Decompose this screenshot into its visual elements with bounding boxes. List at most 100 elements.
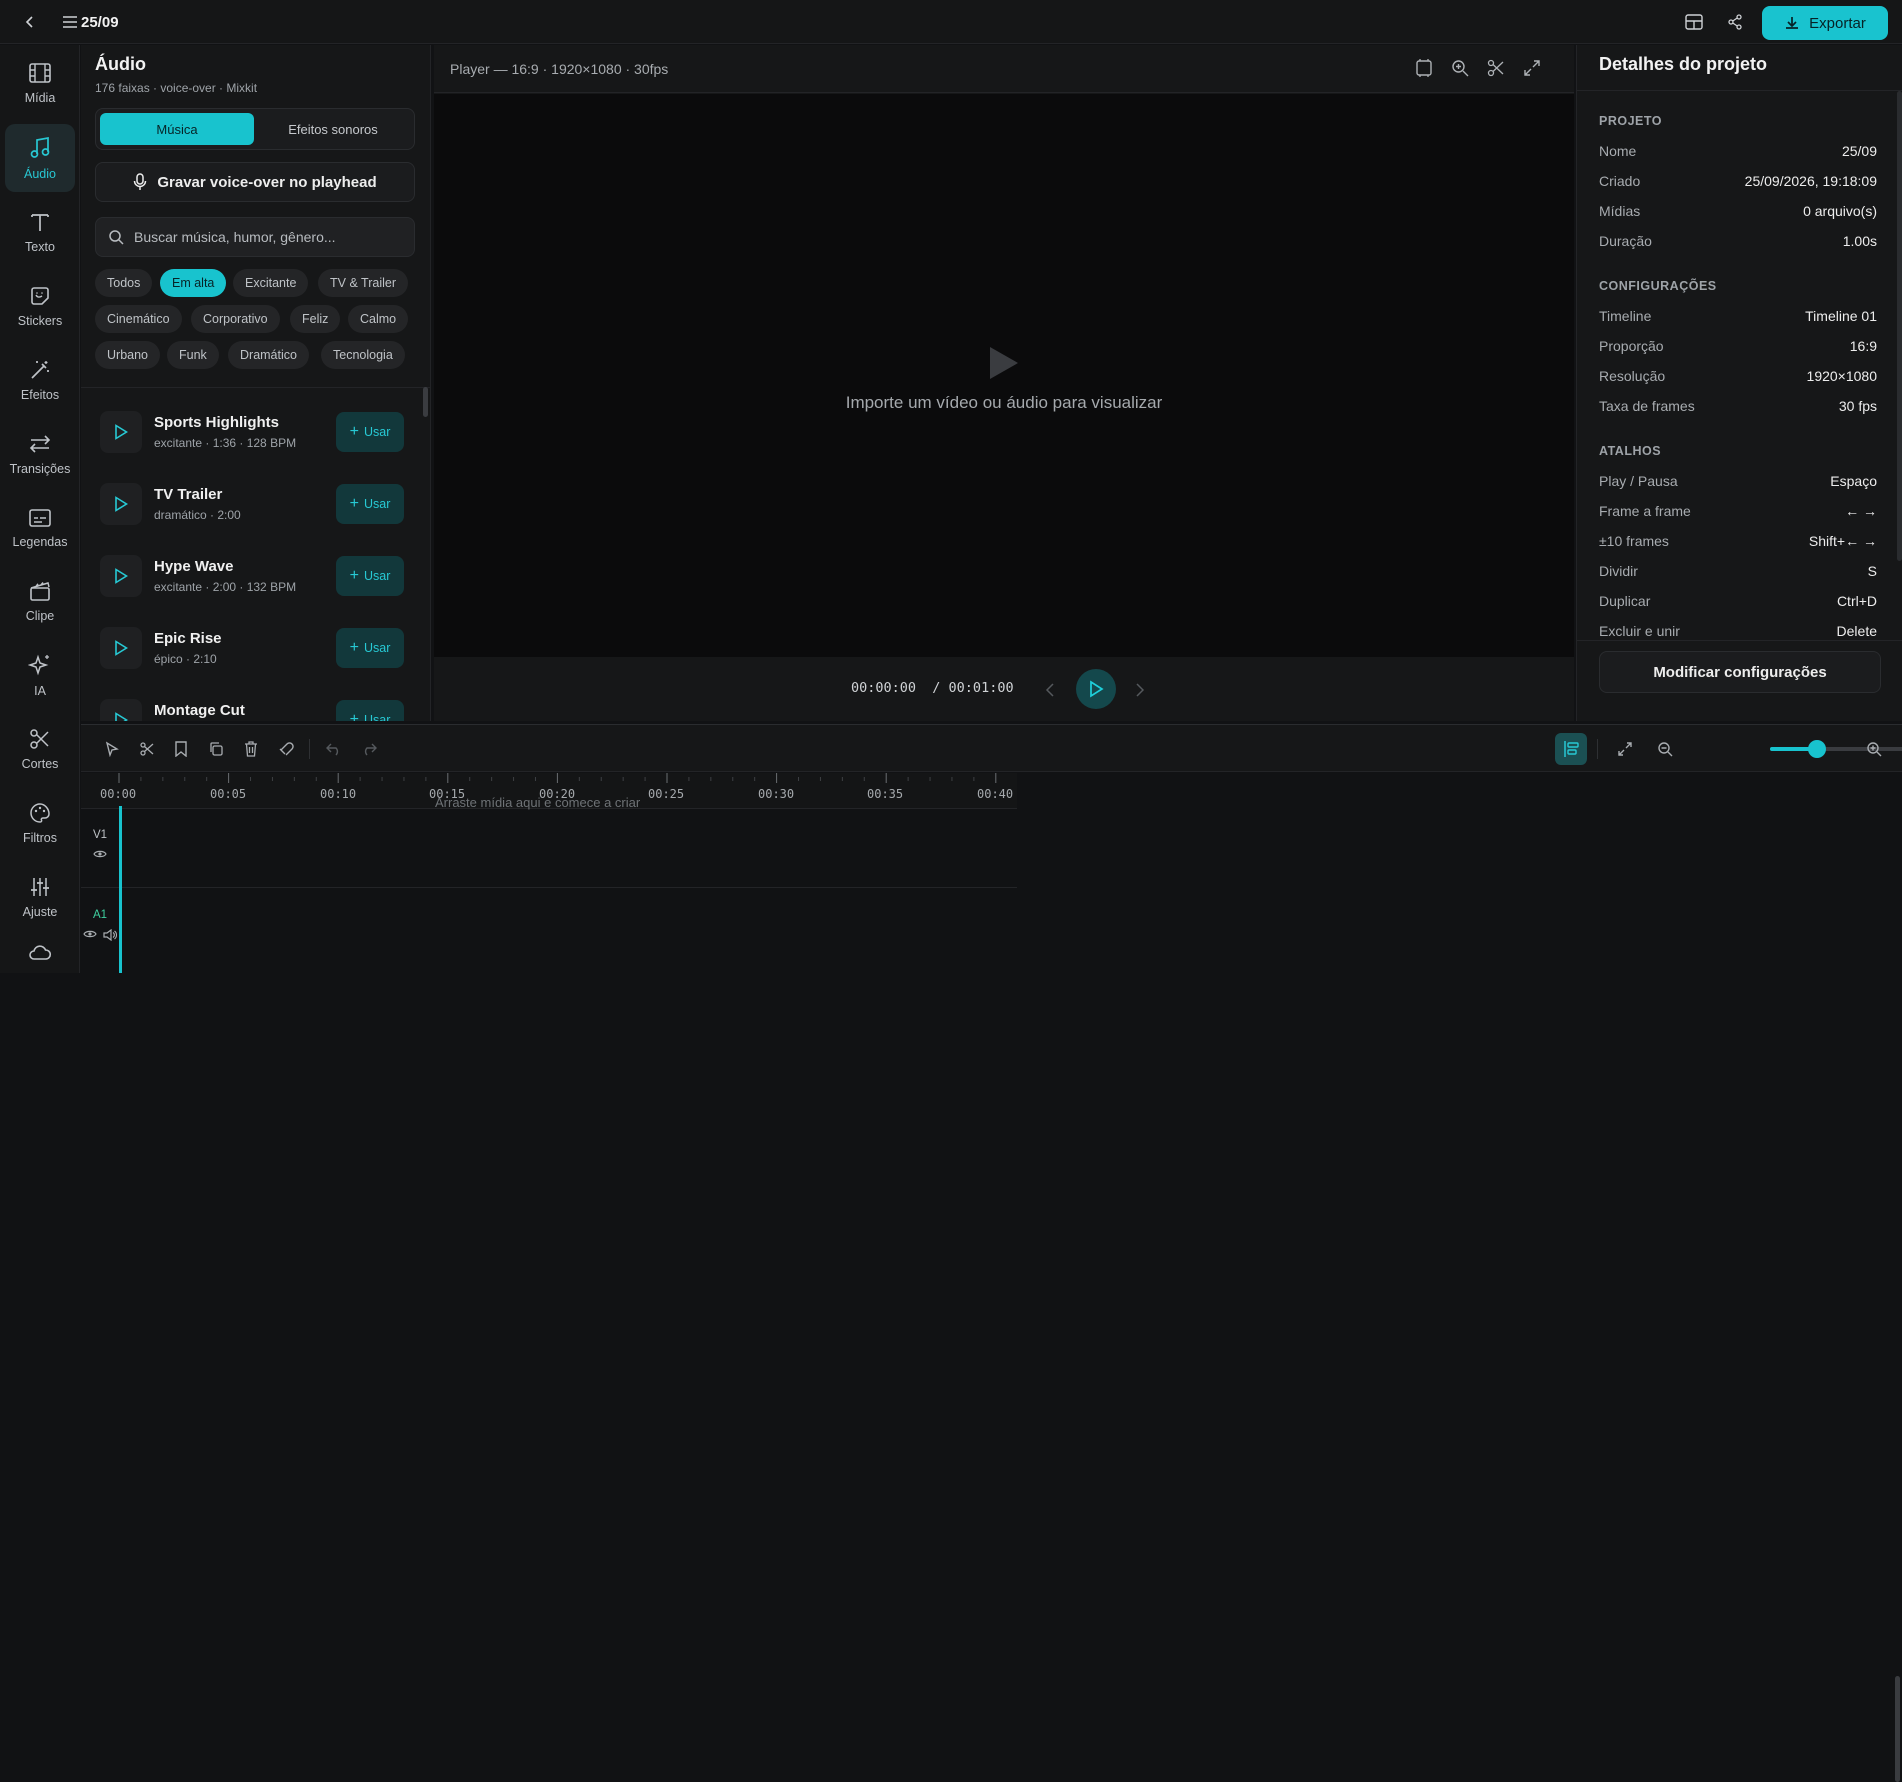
- rail-item-cloud[interactable]: [5, 937, 75, 973]
- timeline-toolbar: [81, 724, 1902, 772]
- play-preview-button[interactable]: [100, 411, 142, 453]
- cloud-icon: [29, 945, 52, 960]
- record-voiceover-button[interactable]: Gravar voice-over no playhead: [95, 162, 415, 202]
- list-item: Epic Rise épico · 2:10 + Usar: [100, 623, 404, 675]
- eye-icon[interactable]: [83, 929, 97, 939]
- search-input[interactable]: [134, 229, 404, 245]
- safe-area-icon[interactable]: [1414, 58, 1434, 78]
- tab-efeitos-sonoros[interactable]: Efeitos sonoros: [256, 113, 410, 145]
- zoom-out-icon[interactable]: [1655, 739, 1675, 759]
- use-label: Usar: [363, 641, 391, 655]
- plus-icon: +: [349, 423, 359, 440]
- layout-icon[interactable]: [1683, 11, 1705, 33]
- split-scissors-icon[interactable]: [137, 739, 157, 759]
- share-icon[interactable]: [1724, 11, 1746, 33]
- detail-row: Nome 25/09: [1599, 143, 1877, 163]
- top-bar: 25/09 Exportar: [0, 0, 1902, 44]
- play-pause-button[interactable]: [1076, 669, 1116, 709]
- play-icon: [115, 640, 128, 656]
- fit-timeline-icon[interactable]: [1615, 739, 1635, 759]
- zoom-slider-handle[interactable]: [1808, 740, 1827, 758]
- rail-item-efeitos[interactable]: Efeitos: [5, 346, 75, 414]
- chip-excitante[interactable]: Excitante: [233, 269, 309, 297]
- play-preview-button[interactable]: [100, 627, 142, 669]
- chip-cinematico[interactable]: Cinemático: [95, 305, 182, 333]
- list-item: Hype Wave excitante · 2:00 · 132 BPM + Us…: [100, 551, 404, 603]
- rail-item-ia[interactable]: IA: [5, 641, 75, 709]
- rail-item-clipe[interactable]: Clipe: [5, 567, 75, 635]
- use-button[interactable]: + Usar: [336, 412, 404, 452]
- chip-tecnologia[interactable]: Tecnologia: [321, 341, 405, 369]
- use-label: Usar: [363, 425, 391, 439]
- play-preview-button[interactable]: [100, 699, 142, 721]
- track-meta: excitante · 1:36 · 128 BPM: [154, 436, 297, 450]
- chip-funk[interactable]: Funk: [167, 341, 219, 369]
- next-frame-icon[interactable]: [1134, 682, 1146, 698]
- timeline-tracks[interactable]: Arraste mídia aqui e comece a criar V1 A…: [81, 795, 1902, 1782]
- fullscreen-icon[interactable]: [1522, 58, 1542, 78]
- chip-feliz[interactable]: Feliz: [290, 305, 341, 333]
- tab-musica[interactable]: Música: [100, 113, 254, 145]
- undo-icon[interactable]: [324, 739, 344, 759]
- detail-key: Taxa de frames: [1599, 398, 1695, 414]
- project-title[interactable]: 25/09: [81, 14, 119, 31]
- rail-label: Filtros: [22, 830, 58, 845]
- use-button[interactable]: + Usar: [336, 556, 404, 596]
- chip-todos[interactable]: Todos: [95, 269, 153, 297]
- music-search[interactable]: [95, 217, 415, 257]
- chip-dramatico[interactable]: Dramático: [228, 341, 309, 369]
- rail-item-ajuste[interactable]: Ajuste: [5, 863, 75, 931]
- details-scrollbar[interactable]: [1897, 91, 1902, 561]
- chip-urbano[interactable]: Urbano: [95, 341, 160, 369]
- rail-item-legendas[interactable]: Legendas: [5, 494, 75, 562]
- track-divider: [81, 887, 1017, 888]
- timeline-scrollbar[interactable]: [1895, 1676, 1900, 1782]
- chip-calmo[interactable]: Calmo: [348, 305, 409, 333]
- menu-icon[interactable]: [59, 11, 81, 33]
- select-tool-icon[interactable]: [102, 739, 122, 759]
- panel-scrollbar[interactable]: [423, 387, 428, 417]
- empty-player-hint: Importe um vídeo ou áudio para visualiza…: [845, 393, 1163, 412]
- text-icon: [31, 213, 49, 231]
- rail-item-cortes[interactable]: Cortes: [5, 715, 75, 783]
- volume-icon[interactable]: [103, 929, 117, 941]
- bookmark-icon[interactable]: [171, 739, 191, 759]
- magnet-icon[interactable]: [276, 739, 296, 759]
- rail-item-stickers[interactable]: Stickers: [5, 272, 75, 340]
- rail-item-filtros[interactable]: Filtros: [5, 789, 75, 857]
- modify-settings-button[interactable]: Modificar configurações: [1599, 651, 1881, 693]
- rail-item-texto[interactable]: Texto: [5, 198, 75, 266]
- export-button[interactable]: Exportar: [1762, 6, 1888, 40]
- use-button[interactable]: + Usar: [336, 700, 404, 721]
- magic-wand-icon: [31, 360, 49, 379]
- playhead[interactable]: [119, 806, 122, 973]
- zoom-in-icon[interactable]: [1864, 739, 1884, 759]
- video-viewport[interactable]: Importe um vídeo ou áudio para visualiza…: [434, 94, 1574, 657]
- rail-item-midia[interactable]: Mídia: [5, 49, 75, 117]
- chip-em-alta[interactable]: Em alta: [160, 269, 227, 297]
- redo-icon[interactable]: [359, 739, 379, 759]
- detail-key: Frame a frame: [1599, 503, 1691, 519]
- play-preview-button[interactable]: [100, 483, 142, 525]
- duplicate-icon[interactable]: [206, 739, 226, 759]
- use-button[interactable]: + Usar: [336, 628, 404, 668]
- detail-key: Nome: [1599, 143, 1637, 159]
- chip-corporativo[interactable]: Corporativo: [191, 305, 280, 333]
- zoom-in-icon[interactable]: [1450, 58, 1470, 78]
- rail-label: Clipe: [25, 608, 55, 623]
- snap-toggle-button[interactable]: [1555, 733, 1587, 765]
- chip-tv-trailer[interactable]: TV & Trailer: [318, 269, 408, 297]
- play-preview-button[interactable]: [100, 555, 142, 597]
- rail-item-transicoes[interactable]: Transições: [5, 420, 75, 488]
- back-icon[interactable]: [19, 11, 41, 33]
- eye-icon[interactable]: [93, 849, 107, 859]
- detail-row: Timeline Timeline 01: [1599, 308, 1877, 328]
- use-button[interactable]: + Usar: [336, 484, 404, 524]
- trash-icon[interactable]: [241, 739, 261, 759]
- rail-item-audio[interactable]: Áudio: [5, 124, 75, 192]
- detail-key: ±10 frames: [1599, 533, 1669, 549]
- detail-value: S: [1867, 563, 1877, 579]
- prev-frame-icon[interactable]: [1044, 682, 1056, 698]
- scissors-icon[interactable]: [1486, 58, 1506, 78]
- track-meta: excitante · 2:00 · 132 BPM: [154, 580, 297, 594]
